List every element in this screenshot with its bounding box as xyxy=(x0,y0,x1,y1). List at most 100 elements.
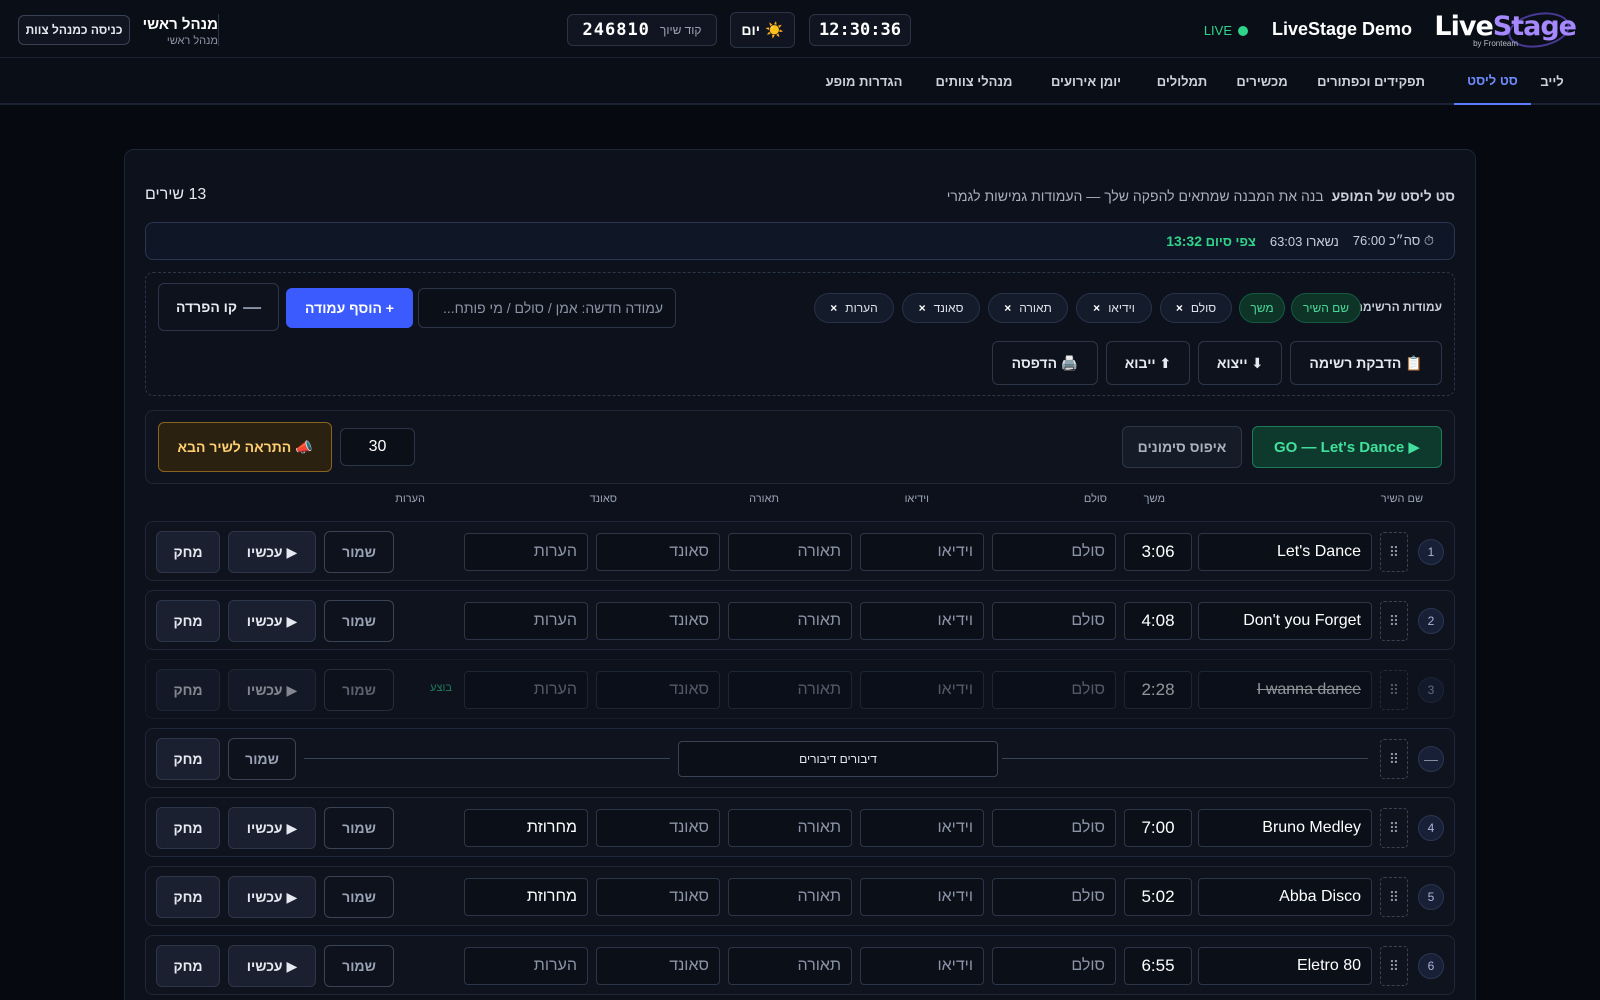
video-field[interactable]: וידיאו xyxy=(860,809,984,847)
print-button[interactable]: 🖨️ הדפסה xyxy=(992,341,1098,385)
save-button[interactable]: שמור xyxy=(228,738,296,780)
notes-field[interactable]: הערות xyxy=(464,947,588,985)
reset-marks-button[interactable]: איפוס סימונים xyxy=(1122,426,1242,468)
remove-column-icon[interactable]: × xyxy=(1093,301,1100,315)
light-field[interactable]: תאורה xyxy=(728,602,852,640)
delete-button[interactable]: מחק xyxy=(156,600,220,642)
tab-setlist[interactable]: סט ליסט xyxy=(1454,58,1531,105)
duration-field[interactable]: 7:00 xyxy=(1124,809,1192,847)
remove-column-icon[interactable]: × xyxy=(1176,301,1183,315)
day-mode-button[interactable]: ☀️ יום xyxy=(730,12,795,48)
column-chip-sound: סאונד × xyxy=(902,293,980,323)
add-column-button[interactable]: + הוסף עמודה xyxy=(286,288,413,328)
notes-field[interactable]: הערות xyxy=(464,671,588,709)
solo-field[interactable]: סולם xyxy=(992,533,1116,571)
add-separator-button[interactable]: — קו הפרדה xyxy=(158,283,279,331)
tab-transcripts[interactable]: תמלולים xyxy=(1147,58,1217,105)
col-head-duration: משך xyxy=(1143,493,1165,505)
save-button[interactable]: שמור xyxy=(324,945,394,987)
drag-handle-icon[interactable]: ⠿ xyxy=(1380,601,1408,641)
video-field[interactable]: וידיאו xyxy=(860,947,984,985)
solo-field[interactable]: סולם xyxy=(992,947,1116,985)
now-button[interactable]: ▶ עכשיו xyxy=(228,945,316,987)
notes-field[interactable]: מחרוזת xyxy=(464,809,588,847)
light-field[interactable]: תאורה xyxy=(728,878,852,916)
save-button[interactable]: שמור xyxy=(324,807,394,849)
sound-field[interactable]: סאונד xyxy=(596,602,720,640)
song-name-field[interactable]: Let's Dance xyxy=(1198,533,1372,571)
eta: צפי סיום 13:32 xyxy=(1166,233,1256,249)
light-field[interactable]: תאורה xyxy=(728,671,852,709)
delete-button[interactable]: מחק xyxy=(156,669,220,711)
video-field[interactable]: וידיאו xyxy=(860,671,984,709)
light-field[interactable]: תאורה xyxy=(728,533,852,571)
save-button[interactable]: שמור xyxy=(324,531,394,573)
song-name-field[interactable]: I wanna dance xyxy=(1198,671,1372,709)
duration-field[interactable]: 3:06 xyxy=(1124,533,1192,571)
separator-label-field[interactable]: דיבורים דיבורים xyxy=(678,741,998,777)
tab-show-settings[interactable]: הגדרות מופע xyxy=(815,58,913,105)
song-name-field[interactable]: Abba Disco xyxy=(1198,878,1372,916)
save-button[interactable]: שמור xyxy=(324,669,394,711)
sound-field[interactable]: סאונד xyxy=(596,809,720,847)
export-button[interactable]: ⬇ ייצוא xyxy=(1198,341,1282,385)
delete-button[interactable]: מחק xyxy=(156,531,220,573)
user-role: מנהל ראשי xyxy=(166,35,218,47)
song-name-field[interactable]: Don't you Forget xyxy=(1198,602,1372,640)
tab-devices[interactable]: מכשירים xyxy=(1227,58,1297,105)
sound-field[interactable]: סאונד xyxy=(596,671,720,709)
video-field[interactable]: וידיאו xyxy=(860,878,984,916)
notes-field[interactable]: מחרוזת xyxy=(464,878,588,916)
drag-handle-icon[interactable]: ⠿ xyxy=(1380,532,1408,572)
tab-team-managers[interactable]: מנהלי צוותים xyxy=(923,58,1025,105)
light-field[interactable]: תאורה xyxy=(728,809,852,847)
alert-next-song-button[interactable]: 📣 התראה לשיר הבא xyxy=(158,422,332,472)
video-field[interactable]: וידיאו xyxy=(860,533,984,571)
song-name-field[interactable]: Bruno Medley xyxy=(1198,809,1372,847)
duration-field[interactable]: 6:55 xyxy=(1124,947,1192,985)
video-field[interactable]: וידיאו xyxy=(860,602,984,640)
delete-button[interactable]: מחק xyxy=(156,738,220,780)
paste-list-button[interactable]: 📋 הדבקת רשימה xyxy=(1290,341,1442,385)
drag-handle-icon[interactable]: ⠿ xyxy=(1380,739,1408,779)
now-button[interactable]: ▶ עכשיו xyxy=(228,669,316,711)
notes-field[interactable]: הערות xyxy=(464,602,588,640)
save-button[interactable]: שמור xyxy=(324,600,394,642)
sound-field[interactable]: סאונד xyxy=(596,947,720,985)
go-button[interactable]: GO — Let's Dance ▶ xyxy=(1252,426,1442,468)
remove-column-icon[interactable]: × xyxy=(919,301,926,315)
save-button[interactable]: שמור xyxy=(324,876,394,918)
drag-handle-icon[interactable]: ⠿ xyxy=(1380,877,1408,917)
delete-button[interactable]: מחק xyxy=(156,807,220,849)
duration-field[interactable]: 4:08 xyxy=(1124,602,1192,640)
drag-handle-icon[interactable]: ⠿ xyxy=(1380,808,1408,848)
duration-field[interactable]: 5:02 xyxy=(1124,878,1192,916)
new-column-input[interactable] xyxy=(418,288,676,328)
now-button[interactable]: ▶ עכשיו xyxy=(228,876,316,918)
notes-field[interactable]: הערות xyxy=(464,533,588,571)
now-button[interactable]: ▶ עכשיו xyxy=(228,531,316,573)
sound-field[interactable]: סאונד xyxy=(596,878,720,916)
import-button[interactable]: ⬆ ייבוא xyxy=(1106,341,1190,385)
now-button[interactable]: ▶ עכשיו xyxy=(228,600,316,642)
duration-field[interactable]: 2:28 xyxy=(1124,671,1192,709)
song-name-field[interactable]: Eletro 80 xyxy=(1198,947,1372,985)
now-button[interactable]: ▶ עכשיו xyxy=(228,807,316,849)
remove-column-icon[interactable]: × xyxy=(830,301,837,315)
enter-as-manager-button[interactable]: כניסה כמנהל צוות xyxy=(18,15,130,45)
sound-field[interactable]: סאונד xyxy=(596,533,720,571)
solo-field[interactable]: סולם xyxy=(992,809,1116,847)
drag-handle-icon[interactable]: ⠿ xyxy=(1380,670,1408,710)
remove-column-icon[interactable]: × xyxy=(1004,301,1011,315)
solo-field[interactable]: סולם xyxy=(992,602,1116,640)
tab-live[interactable]: לייב xyxy=(1524,58,1580,105)
tab-event-log[interactable]: יומן אירועים xyxy=(1035,58,1137,105)
solo-field[interactable]: סולם xyxy=(992,878,1116,916)
delete-button[interactable]: מחק xyxy=(156,876,220,918)
drag-handle-icon[interactable]: ⠿ xyxy=(1380,946,1408,986)
delete-button[interactable]: מחק xyxy=(156,945,220,987)
alert-seconds-input[interactable] xyxy=(340,428,415,466)
solo-field[interactable]: סולם xyxy=(992,671,1116,709)
tab-roles-buttons[interactable]: תפקידים וכפתורים xyxy=(1307,58,1435,105)
light-field[interactable]: תאורה xyxy=(728,947,852,985)
